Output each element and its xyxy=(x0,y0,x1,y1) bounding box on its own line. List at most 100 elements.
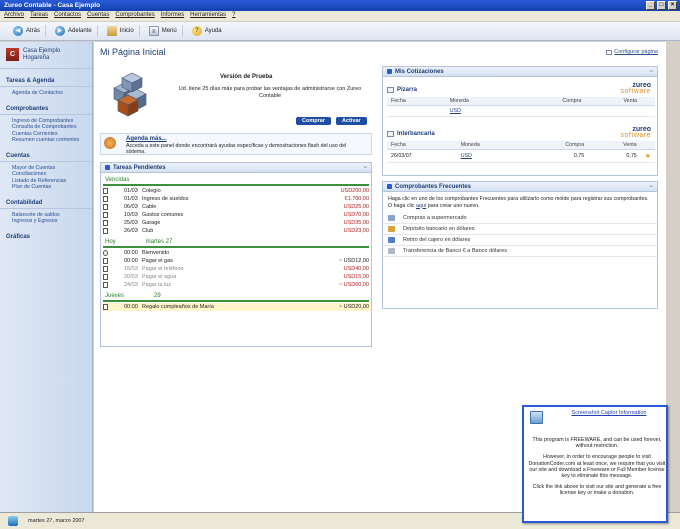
sidebar-item-plan-cuentas[interactable]: Plan de Cuentas xyxy=(0,184,92,191)
note-icon xyxy=(103,204,108,210)
menu-comprobantes[interactable]: Comprobantes xyxy=(115,12,154,20)
frecuente-item-deposito[interactable]: Depósito bancario en dólares xyxy=(383,224,657,235)
help-button[interactable]: ? Ayuda xyxy=(187,25,227,37)
task-row[interactable]: 01/03 Colegio USD200,00 xyxy=(101,187,371,195)
menu-archivo[interactable]: Archivo xyxy=(4,12,24,20)
company-name: Casa Ejemplo xyxy=(23,48,61,54)
note-icon xyxy=(103,258,108,264)
atm-icon xyxy=(388,237,395,243)
page-title: Mi Página Inicial xyxy=(100,47,166,57)
task-row[interactable]: 00:00 Bienvenido xyxy=(101,249,371,257)
configure-icon xyxy=(606,49,613,55)
task-amount: USD35,00 xyxy=(343,220,369,226)
close-icon[interactable]: × xyxy=(668,1,677,10)
menu-informes[interactable]: Informes xyxy=(161,12,184,20)
task-row[interactable]: 20/03 Pagar el agua USD15,00 xyxy=(101,273,371,281)
task-row[interactable]: 06/03 Cable USD25,00 xyxy=(101,203,371,211)
zureo-brand-sub: software xyxy=(620,132,651,139)
task-date: 06/03 xyxy=(124,204,138,210)
sidebar-item-agenda-contactos[interactable]: Agenda de Contactos xyxy=(0,90,92,97)
cart-icon xyxy=(388,215,395,221)
promo-title-link[interactable]: Agenda más... xyxy=(126,136,167,142)
frecuentes-panel: Comprobantes Frecuentes − Haga clic en u… xyxy=(382,181,658,309)
menu-tareas[interactable]: Tareas xyxy=(30,12,48,20)
home-icon xyxy=(106,26,117,36)
menu-contactos[interactable]: Contactos xyxy=(54,12,81,20)
table-row: 26/03/07 USD 0,75 0,75 ★ xyxy=(387,149,655,163)
note-icon xyxy=(103,274,108,280)
note-icon xyxy=(103,188,108,194)
task-date: 15/03 xyxy=(124,266,138,272)
sidebar-heading-graficas[interactable]: Gráficas xyxy=(0,232,92,242)
home-button[interactable]: Inicio xyxy=(102,25,140,37)
menu-bar: Archivo Tareas Contactos Cuentas Comprob… xyxy=(0,11,680,21)
screenshot-captor-popup: Screenshot Captor Information This progr… xyxy=(522,405,668,523)
task-desc: Cable xyxy=(142,204,157,210)
menu-herramientas[interactable]: Herramientas xyxy=(190,12,226,20)
cotizaciones-title: Mis Cotizaciones xyxy=(395,68,444,75)
frecuente-label: Transferencia de Banco € a Banco dólares xyxy=(403,248,508,254)
cell-buy: 0,75 xyxy=(522,149,589,163)
task-amount: USD25,00 xyxy=(343,204,369,210)
task-row[interactable]: 26/03 Club USD23,00 xyxy=(101,227,371,235)
collapse-icon[interactable]: − xyxy=(649,184,653,190)
sidebar-item-resumen-cuentas[interactable]: Resumen cuentas corrientes xyxy=(0,137,92,144)
task-date: 01/03 xyxy=(124,196,138,202)
col-venta: Venta xyxy=(588,141,641,150)
back-button[interactable]: ◀ Atrás xyxy=(8,25,47,37)
task-desc: Bienvenido xyxy=(142,250,170,256)
col-fecha: Fecha xyxy=(387,141,457,150)
currency-link[interactable]: USD xyxy=(461,153,472,159)
frecuente-item-retiro[interactable]: Retiro del cajero en dólares xyxy=(383,235,657,246)
frecuente-item-transferencia[interactable]: Transferencia de Banco € a Banco dólares xyxy=(383,246,657,257)
task-date: 24/03 xyxy=(124,282,138,288)
maximize-icon[interactable]: □ xyxy=(657,1,666,10)
task-row[interactable]: 24/03 Pagar la luz ~ USD60,00 xyxy=(101,281,371,289)
tasks-panel-title: Tareas Pendientes xyxy=(113,164,166,171)
popup-paragraph: This program is FREEWARE, and can be use… xyxy=(532,437,662,450)
collapse-icon[interactable]: − xyxy=(363,165,367,171)
task-desc: Pagar el gas xyxy=(142,258,173,264)
interbancaria-title: Interbancaria xyxy=(387,127,655,141)
cell-date: 26/03/07 xyxy=(387,149,457,163)
task-date: 25/03 xyxy=(124,220,138,226)
note-icon xyxy=(103,304,108,310)
promo-icon xyxy=(104,137,116,149)
task-group-header: Vencidas xyxy=(103,176,369,186)
configure-page-link[interactable]: Configurar página xyxy=(606,49,658,55)
pizarra-label: Pizarra xyxy=(397,87,418,93)
task-date: 20/03 xyxy=(124,274,138,280)
task-row[interactable]: 00:00 Regalo cumpleaños de María ~ USD20,0… xyxy=(101,303,371,311)
tasks-panel-header: Tareas Pendientes − xyxy=(101,163,371,173)
menu-button[interactable]: ≡ Menú xyxy=(144,25,183,37)
collapse-icon[interactable]: − xyxy=(649,69,653,75)
activate-button[interactable]: Activar xyxy=(336,117,367,125)
task-group-label: Jueves xyxy=(105,293,125,299)
task-group-sub: martes 27 xyxy=(145,239,173,245)
task-date: 26/03 xyxy=(124,228,138,234)
sidebar-item-ingresos-egresos[interactable]: Ingresos y Egresos xyxy=(0,218,92,225)
company-header[interactable]: C Casa Ejemplo Hogareña xyxy=(0,46,92,69)
frecuente-item-supermercado[interactable]: Compras a supermercado xyxy=(383,213,657,224)
task-amount: USD40,00 xyxy=(343,266,369,272)
task-desc: Pagar el teléfono xyxy=(142,266,184,272)
col-compra: Compra xyxy=(515,97,586,106)
task-row[interactable]: 10/03 Gastos comunes USD70,00 xyxy=(101,211,371,219)
task-desc: Gastos comunes xyxy=(142,212,184,218)
task-row[interactable]: 01/03 Ingreso de sueldos €1.700,00 xyxy=(101,195,371,203)
trial-panel: Versión de Prueba Ud. tiene 25 días más … xyxy=(100,64,372,128)
captor-info-link[interactable]: Screenshot Captor Information xyxy=(554,410,664,416)
buy-button[interactable]: Comprar xyxy=(296,117,331,125)
task-row[interactable]: 00:00 Pagar el gas ~ USD12,00 xyxy=(101,257,371,265)
menu-cuentas[interactable]: Cuentas xyxy=(87,12,109,20)
currency-link[interactable]: USD xyxy=(450,108,461,114)
menu-help[interactable]: ? xyxy=(232,12,235,20)
task-row[interactable]: 15/03 Pagar el teléfono USD40,00 xyxy=(101,265,371,273)
create-new-link[interactable]: aquí xyxy=(416,203,426,209)
forward-button[interactable]: ▶ Adelante xyxy=(50,25,98,37)
cell-date xyxy=(387,105,446,117)
star-icon[interactable]: ★ xyxy=(645,153,651,160)
sidebar-section-comprobantes: Comprobantes Ingreso de Comprobantes Con… xyxy=(0,104,92,144)
task-row[interactable]: 25/03 Garage USD35,00 xyxy=(101,219,371,227)
minimize-icon[interactable]: _ xyxy=(646,1,655,10)
